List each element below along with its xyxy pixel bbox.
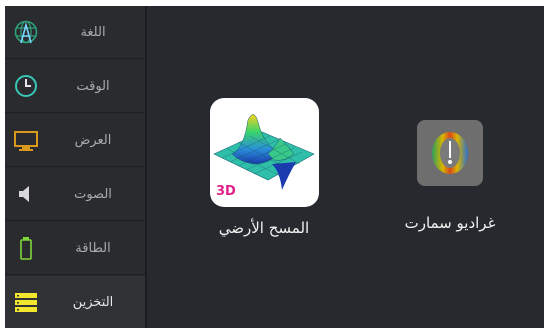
sidebar-item-time[interactable]: الوقت — [5, 60, 145, 113]
app-name: المسح الأرضي — [218, 219, 310, 237]
sidebar-item-label: التخزين — [72, 295, 114, 310]
app-gradio-smart[interactable]: غراديو سمارت — [375, 120, 525, 232]
storage-icon — [13, 289, 39, 315]
sidebar-item-sound[interactable]: الصوت — [5, 168, 145, 221]
3d-ground-scan-icon: 3D — [209, 98, 319, 207]
sidebar-item-storage[interactable]: التخزين — [5, 276, 145, 328]
monitor-icon — [13, 127, 39, 153]
sidebar-item-label: العرض — [74, 133, 112, 148]
sidebar-item-label: اللغة — [80, 25, 106, 40]
svg-text:3D: 3D — [216, 184, 236, 199]
sidebar-item-label: الوقت — [76, 79, 110, 94]
battery-icon — [13, 235, 39, 261]
app-ground-scan[interactable]: 3D المسح الأرضي — [189, 98, 339, 237]
sidebar-item-language[interactable]: اللغة — [5, 6, 145, 59]
globe-antenna-icon — [13, 19, 39, 45]
app-name: غراديو سمارت — [404, 214, 496, 232]
clock-icon — [13, 73, 39, 99]
sidebar-item-label: الصوت — [74, 187, 112, 202]
sidebar-item-display[interactable]: العرض — [5, 114, 145, 167]
sidebar-item-power[interactable]: الطاقة — [5, 222, 145, 275]
speaker-icon — [13, 181, 39, 207]
gradio-smart-icon — [417, 120, 483, 186]
sidebar-item-label: الطاقة — [75, 241, 111, 256]
settings-window: اللغة الوقت العرض الصوت الطاقة التخزين 3… — [5, 6, 544, 328]
sidebar: اللغة الوقت العرض الصوت الطاقة التخزين — [5, 6, 145, 328]
app-launcher: 3D المسح الأرضي غراديو سمارت — [147, 6, 544, 328]
